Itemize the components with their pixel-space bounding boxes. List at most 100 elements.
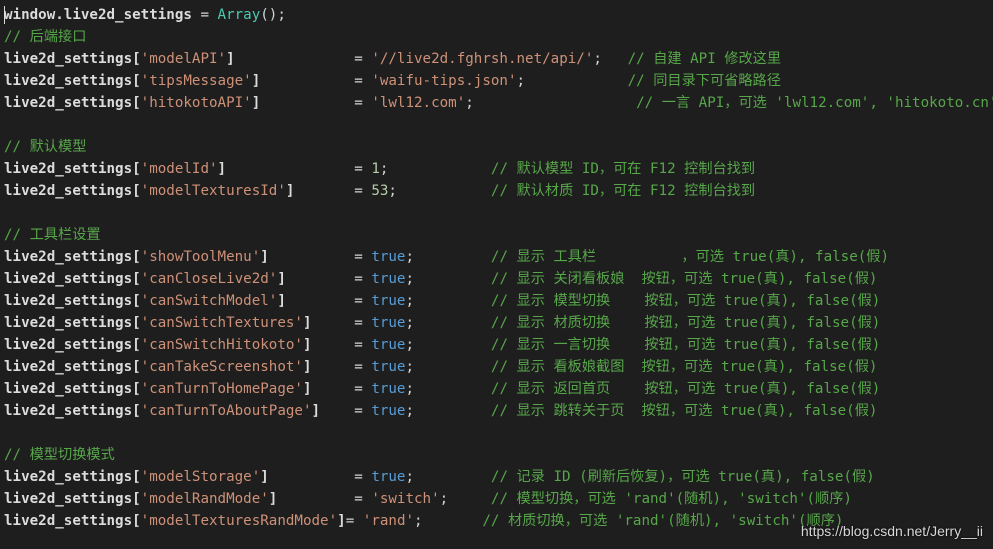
code-token-op: = (311, 359, 372, 375)
code-token-kw: true (371, 469, 406, 485)
code-line[interactable]: live2d_settings['modelId'] = 1; // 默认模型 … (4, 158, 755, 180)
code-line[interactable]: live2d_settings['canCloseLive2d'] = true… (4, 268, 877, 290)
code-token-var: live2d_settings[ (4, 293, 141, 309)
code-token-op: = (311, 381, 372, 397)
code-token-op: = (285, 271, 372, 287)
code-token-key: 'modelStorage' (140, 469, 261, 485)
code-token-cmt: // 显示 关闭看板娘 按钮，可选 true(真), false(假) (414, 271, 878, 287)
code-line[interactable]: live2d_settings['canSwitchHitokoto'] = t… (4, 334, 880, 356)
code-token-op: = (311, 315, 372, 331)
code-token-kw: true (371, 249, 406, 265)
code-token-op: = (345, 513, 363, 529)
code-token-op: = (311, 337, 372, 353)
code-line[interactable]: live2d_settings['canSwitchModel'] = true… (4, 290, 880, 312)
code-token-key: 'hitokotoAPI' (140, 95, 252, 111)
code-token-kw: true (371, 293, 406, 309)
code-token-kw: true (371, 271, 406, 287)
code-token-var: live2d_settings[ (4, 315, 141, 331)
code-line[interactable]: window.live2d_settings = Array(); (4, 4, 286, 26)
code-editor[interactable]: window.live2d_settings = Array(); // 后端接口… (0, 0, 993, 549)
code-token-var: live2d_settings[ (4, 73, 141, 89)
code-token-op: = (268, 469, 372, 485)
code-token-op: ; (405, 359, 415, 375)
code-token-num: 1 (371, 161, 380, 177)
code-token-key: 'showToolMenu' (140, 249, 261, 265)
code-token-cmt: // 同目录下可省略路径 (525, 73, 781, 89)
code-token-op: = (191, 7, 218, 23)
text-cursor (4, 6, 5, 24)
code-line[interactable]: live2d_settings['modelTexturesRandMode']… (4, 510, 843, 532)
code-line[interactable]: live2d_settings['modelStorage'] = true; … (4, 466, 875, 488)
code-line[interactable]: live2d_settings['modelRandMode'] = 'swit… (4, 488, 852, 510)
code-line[interactable]: live2d_settings['tipsMessage'] = 'waifu-… (4, 70, 781, 92)
code-token-var: live2d_settings[ (4, 491, 141, 507)
code-line[interactable]: live2d_settings['canTurnToHomePage'] = t… (4, 378, 880, 400)
code-token-cmt: // 默认模型 ID，可在 F12 控制台找到 (388, 161, 756, 177)
code-token-str: 'switch' (371, 491, 440, 507)
code-line[interactable]: live2d_settings['showToolMenu'] = true; … (4, 246, 889, 268)
code-token-var: ] (251, 73, 261, 89)
code-token-key: 'modelTexturesRandMode' (140, 513, 338, 529)
code-token-var: live2d_settings[ (4, 183, 141, 199)
code-token-var: ] (217, 161, 227, 177)
code-token-var: live2d_settings[ (4, 51, 141, 67)
code-token-op: = (277, 491, 372, 507)
code-line[interactable]: live2d_settings['canTurnToAboutPage'] = … (4, 400, 877, 422)
code-token-var: live2d_settings[ (4, 381, 141, 397)
code-token-fn: Array (217, 7, 261, 23)
code-token-op: ; (405, 469, 415, 485)
code-token-num: 53 (371, 183, 389, 199)
code-token-var: ] (302, 315, 312, 331)
code-token-key: 'tipsMessage' (140, 73, 252, 89)
code-token-var: live2d_settings[ (4, 359, 141, 375)
code-line[interactable]: live2d_settings['hitokotoAPI'] = 'lwl12.… (4, 92, 993, 114)
code-token-op: ; (388, 183, 397, 199)
code-token-var: live2d_settings[ (4, 513, 141, 529)
code-token-var: live2d_settings[ (4, 403, 141, 419)
code-token-key: 'canCloseLive2d' (140, 271, 278, 287)
code-line[interactable]: live2d_settings['modelAPI'] = '//live2d.… (4, 48, 781, 70)
code-token-var: ] (251, 95, 261, 111)
code-token-key: 'modelTexturesId' (140, 183, 286, 199)
code-token-op: ; (593, 51, 602, 67)
code-token-var: live2d_settings[ (4, 161, 141, 177)
code-token-key: 'canSwitchHitokoto' (140, 337, 303, 353)
code-token-kw: true (371, 315, 406, 331)
code-token-kw: true (371, 359, 406, 375)
code-token-op: ; (405, 271, 415, 287)
code-token-kw: true (371, 403, 406, 419)
code-token-var: ] (337, 513, 346, 529)
code-line[interactable]: // 后端接口 (4, 26, 86, 48)
code-token-str: 'rand' (362, 513, 415, 529)
code-token-op: = (320, 403, 372, 419)
code-line[interactable]: live2d_settings['canSwitchTextures'] = t… (4, 312, 880, 334)
code-token-key: 'canSwitchModel' (140, 293, 278, 309)
code-line[interactable]: // 工具栏设置 (4, 224, 101, 246)
code-token-cmt: // 模型切换模式 (4, 447, 115, 463)
code-token-cmt: // 显示 材质切换 按钮，可选 true(真), false(假) (414, 315, 881, 331)
code-token-op: (); (260, 7, 286, 23)
code-token-cmt: // 自建 API 修改这里 (601, 51, 782, 67)
code-token-var: ] (260, 469, 269, 485)
code-token-op: ; (405, 381, 415, 397)
code-token-cmt: // 记录 ID (刷新后恢复)，可选 true(真), false(假) (414, 469, 875, 485)
code-token-op: = (260, 73, 372, 89)
code-token-cmt: // 材质切换，可选 'rand'(随机), 'switch'(顺序) (422, 513, 844, 529)
code-token-var: live2d_settings[ (4, 469, 141, 485)
code-line[interactable]: live2d_settings['canTakeScreenshot'] = t… (4, 356, 877, 378)
code-line[interactable]: // 默认模型 (4, 136, 86, 158)
code-token-op: = (260, 95, 372, 111)
code-token-cmt: // 工具栏设置 (4, 227, 101, 243)
code-token-key: 'modelRandMode' (140, 491, 269, 507)
code-token-kw: true (371, 337, 406, 353)
code-line[interactable]: // 模型切换模式 (4, 444, 115, 466)
code-token-cmt: // 显示 模型切换 按钮，可选 true(真), false(假) (414, 293, 881, 309)
code-token-var: ] (302, 359, 312, 375)
code-token-var: ] (277, 293, 286, 309)
code-token-key: 'canSwitchTextures' (140, 315, 303, 331)
code-token-op: = (234, 51, 372, 67)
code-token-op: ; (465, 95, 474, 111)
code-line[interactable]: live2d_settings['modelTexturesId'] = 53;… (4, 180, 755, 202)
code-token-op: ; (516, 73, 526, 89)
code-token-var: live2d_settings[ (4, 337, 141, 353)
